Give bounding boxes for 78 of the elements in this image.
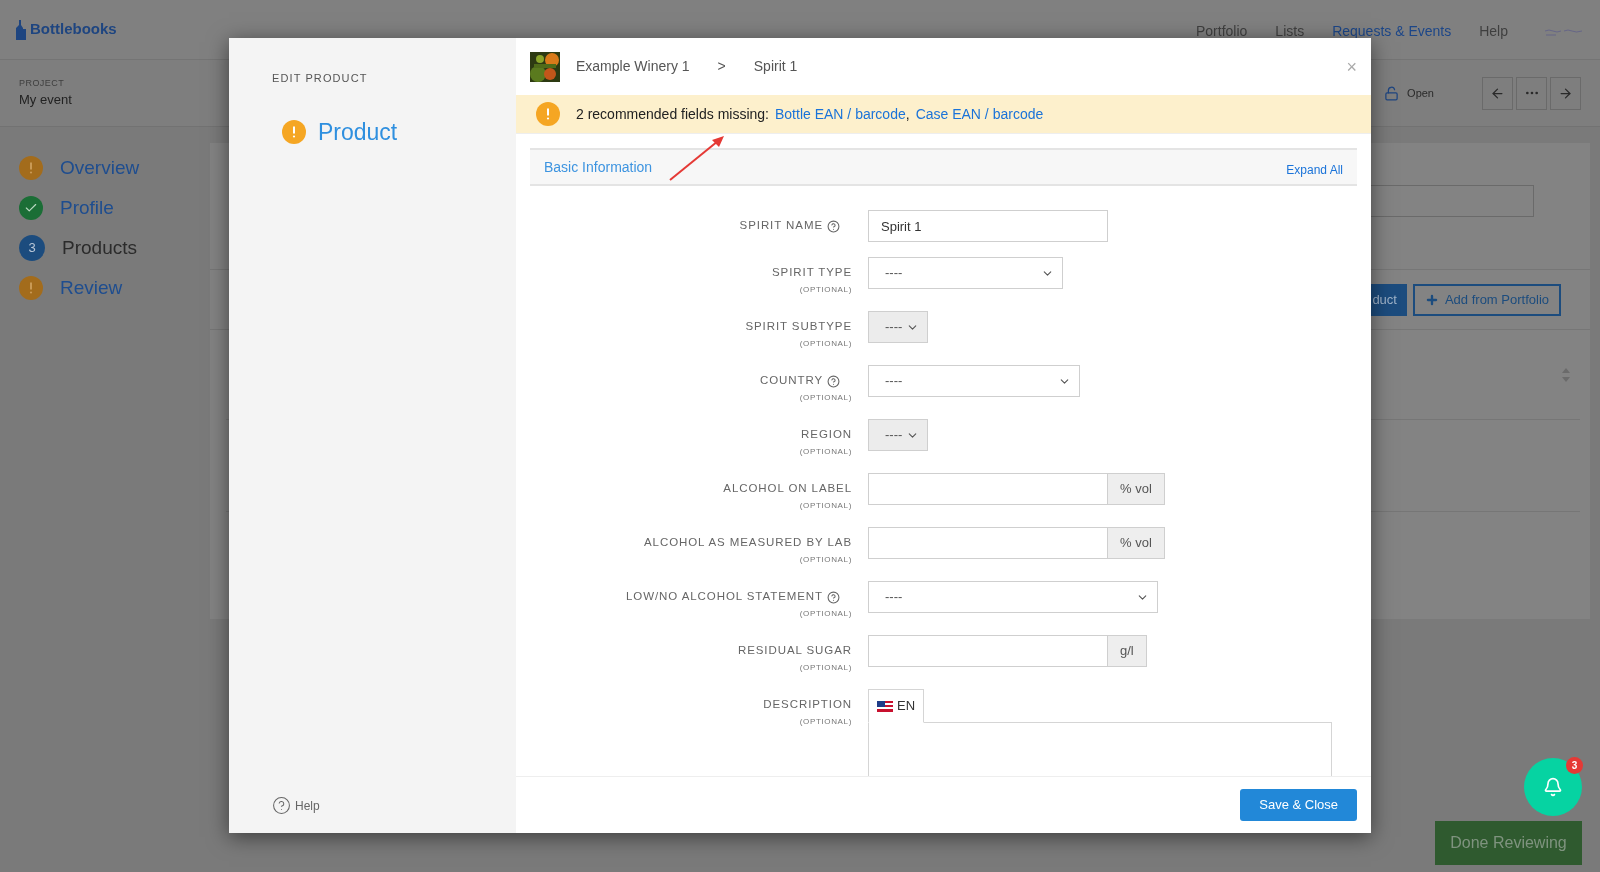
bottle-logo-icon: [16, 19, 26, 40]
optional-note: (OPTIONAL): [799, 338, 852, 350]
input-field[interactable]: [868, 527, 1108, 559]
section-title[interactable]: Basic Information: [544, 156, 653, 178]
field-label: REGION: [801, 427, 852, 443]
optional-note: (OPTIONAL): [799, 284, 852, 296]
field-label: ALCOHOL AS MEASURED BY LAB: [644, 535, 852, 551]
select-field[interactable]: ----: [868, 581, 1158, 613]
nav-link[interactable]: Lists: [1275, 21, 1305, 42]
step-link[interactable]: Overview: [60, 153, 140, 183]
missing-field-link[interactable]: Case EAN / barcode: [915, 103, 1044, 125]
field-label: ALCOHOL ON LABEL: [723, 481, 852, 497]
optional-note: (OPTIONAL): [799, 662, 852, 674]
bell-icon: [1543, 777, 1563, 797]
project-label: PROJECT: [19, 76, 66, 90]
close-button[interactable]: ×: [1346, 57, 1357, 76]
done-reviewing-button[interactable]: Done Reviewing: [1435, 821, 1582, 865]
field-label: COUNTRY: [759, 373, 823, 389]
flag-icon: [877, 700, 893, 712]
lock-button[interactable]: Open: [1384, 84, 1434, 102]
forward-button[interactable]: [1550, 76, 1581, 110]
optional-note: (OPTIONAL): [799, 716, 852, 728]
project-name: My event: [19, 91, 72, 109]
nav-link[interactable]: Requests & Events: [1332, 21, 1452, 42]
select-field[interactable]: ----: [868, 257, 1063, 289]
count-badge: 3: [19, 235, 45, 261]
unit-addon: g/l: [1108, 635, 1147, 667]
language-tab[interactable]: EN: [868, 689, 925, 723]
field-label: SPIRIT NAME: [739, 218, 823, 234]
field-label: RESIDUAL SUGAR: [737, 643, 852, 659]
help-icon[interactable]: [827, 219, 840, 233]
arrow-right-icon: [1558, 85, 1573, 101]
step-link[interactable]: Review: [60, 273, 123, 303]
annotation-arrow: [668, 134, 726, 182]
warning-icon: [536, 102, 560, 126]
notification-count: 3: [1566, 757, 1583, 774]
optional-note: (OPTIONAL): [799, 554, 852, 566]
optional-note: (OPTIONAL): [799, 446, 852, 458]
nav-link[interactable]: Portfolio: [1196, 21, 1248, 42]
step-link[interactable]: Products: [62, 233, 137, 263]
more-button[interactable]: [1516, 76, 1547, 110]
expand-all-link[interactable]: Expand All: [1286, 161, 1343, 179]
sort-icon: [1562, 367, 1570, 382]
banner-text: 2 recommended fields missing:: [576, 104, 769, 124]
notification-button[interactable]: 3: [1524, 758, 1582, 816]
input-field[interactable]: [868, 635, 1108, 667]
optional-note: (OPTIONAL): [799, 392, 852, 404]
breadcrumb-separator: >: [717, 57, 726, 76]
modal-title: EDIT PRODUCT: [272, 71, 369, 86]
field-label: SPIRIT TYPE: [772, 265, 852, 281]
back-button[interactable]: [1482, 76, 1513, 110]
unit-addon: % vol: [1108, 473, 1165, 505]
app-logo[interactable]: Bottlebooks: [30, 18, 117, 41]
optional-note: (OPTIONAL): [799, 608, 852, 620]
field-label: LOW/NO ALCOHOL STATEMENT: [626, 589, 823, 605]
optional-note: (OPTIONAL): [799, 500, 852, 512]
help-icon[interactable]: [827, 374, 840, 388]
save-close-button[interactable]: Save & Close: [1240, 789, 1357, 821]
input-field[interactable]: Spirit 1: [868, 210, 1108, 242]
nav-link[interactable]: Help: [1479, 21, 1508, 42]
help-link[interactable]: Help: [272, 796, 516, 815]
help-icon: [272, 796, 291, 815]
field-label: SPIRIT SUBTYPE: [745, 319, 852, 335]
unit-addon: % vol: [1108, 527, 1165, 559]
step-link[interactable]: Profile: [60, 193, 114, 223]
banner-separator: ,: [905, 104, 910, 124]
plus-icon: [1424, 292, 1439, 307]
field-label: DESCRIPTION: [763, 697, 852, 713]
select-field[interactable]: ----: [868, 365, 1080, 397]
input-field[interactable]: [868, 473, 1108, 505]
unlock-icon: [1384, 85, 1400, 101]
add-from-portfolio-button[interactable]: Add from Portfolio: [1412, 283, 1561, 316]
step-link[interactable]: Product: [318, 114, 398, 149]
small-logo-icon: [1544, 26, 1584, 37]
breadcrumb-link[interactable]: Example Winery 1: [576, 56, 690, 77]
missing-field-link[interactable]: Bottle EAN / barcode: [775, 103, 906, 125]
breadcrumb-link[interactable]: Spirit 1: [753, 56, 798, 77]
help-icon[interactable]: [827, 590, 840, 604]
